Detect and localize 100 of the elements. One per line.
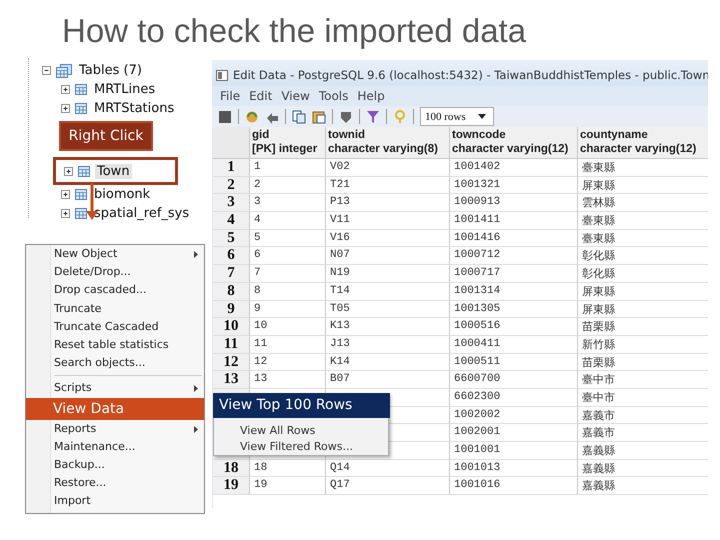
row-header: 3 bbox=[213, 194, 250, 212]
table-cell: 1000511 bbox=[450, 354, 578, 372]
filter-icon[interactable] bbox=[366, 110, 380, 124]
menu-item[interactable]: View Filtered Rows... bbox=[214, 439, 388, 455]
table-cell: 臺東縣 bbox=[578, 212, 708, 230]
row-limit-dropdown[interactable]: 100 rows bbox=[420, 107, 494, 126]
table-cell: 屏東縣 bbox=[578, 282, 708, 300]
menu-item[interactable]: Truncate bbox=[26, 300, 204, 318]
table-cell: K14 bbox=[326, 354, 450, 372]
tree-item[interactable]: Town bbox=[95, 164, 132, 178]
table-cell: 1000411 bbox=[450, 336, 578, 354]
collapse-icon[interactable] bbox=[42, 66, 51, 75]
menu-item[interactable]: Drop cascaded... bbox=[26, 281, 204, 300]
menu-item[interactable]: Delete/Drop... bbox=[26, 263, 204, 282]
save-icon[interactable] bbox=[218, 110, 232, 124]
table-cell: 嘉義縣 bbox=[578, 442, 708, 460]
table-cell: 1000516 bbox=[450, 318, 578, 336]
menu-item[interactable]: Reports bbox=[26, 420, 204, 438]
menu-item[interactable]: Maintenance... bbox=[26, 438, 204, 456]
row-header: 7 bbox=[213, 265, 250, 283]
tree-item[interactable]: MRTStations bbox=[92, 101, 176, 116]
tree-item[interactable]: spatial_ref_sys bbox=[92, 206, 192, 221]
column-header[interactable]: gid [PK] integer bbox=[250, 127, 326, 159]
menu-bar-item[interactable]: File bbox=[220, 89, 240, 103]
submenu-arrow-icon bbox=[194, 426, 198, 432]
row-header: 12 bbox=[213, 354, 250, 372]
menu-item[interactable]: Scripts bbox=[26, 379, 204, 398]
paste-icon[interactable] bbox=[312, 110, 326, 124]
menu-item[interactable]: New Object bbox=[26, 245, 204, 264]
table-cell: 1001001 bbox=[450, 442, 578, 460]
menu-item[interactable]: View All Rows bbox=[214, 423, 388, 439]
table-icon bbox=[75, 103, 87, 114]
table-cell: 6600700 bbox=[450, 371, 578, 389]
column-name: countyname bbox=[580, 128, 649, 142]
table-cell: 彰化縣 bbox=[578, 265, 708, 283]
column-header[interactable]: countyname character varying(12) bbox=[578, 127, 708, 159]
column-header[interactable]: townid character varying(8) bbox=[326, 127, 450, 159]
column-type: character varying(12) bbox=[580, 142, 698, 156]
table-cell: T21 bbox=[326, 176, 450, 194]
table-cell: 6602300 bbox=[450, 388, 578, 407]
table-icon bbox=[75, 189, 87, 200]
menu-item[interactable]: Backup... bbox=[26, 456, 204, 474]
menu-item[interactable]: View Top 100 Rows bbox=[213, 393, 390, 418]
table-cell: 嘉義市 bbox=[578, 406, 708, 424]
shield-icon[interactable] bbox=[339, 110, 353, 124]
table-cell: Q17 bbox=[326, 477, 450, 496]
table-icon bbox=[75, 84, 87, 95]
row-header: 2 bbox=[213, 176, 250, 194]
expand-icon[interactable] bbox=[61, 104, 70, 113]
table-cell: 1001016 bbox=[450, 477, 578, 496]
table-cell: 1001402 bbox=[450, 159, 578, 177]
table-cell: B07 bbox=[326, 371, 450, 389]
table-cell: N19 bbox=[326, 265, 450, 283]
submenu-arrow-icon bbox=[194, 385, 198, 392]
table-cell: 臺東縣 bbox=[578, 230, 708, 248]
table-cell: 6 bbox=[250, 247, 326, 266]
tree-item[interactable]: Tables (7) bbox=[77, 63, 144, 78]
table-cell: 1002002 bbox=[450, 406, 578, 424]
column-header[interactable]: towncode character varying(12) bbox=[450, 127, 578, 159]
row-header: 9 bbox=[213, 300, 250, 318]
table-cell: 1001321 bbox=[450, 176, 578, 194]
table-cell: J13 bbox=[326, 336, 450, 354]
menu-bar-item[interactable]: Edit bbox=[249, 89, 272, 103]
expand-icon[interactable] bbox=[61, 190, 70, 199]
column-name: gid bbox=[252, 128, 270, 142]
row-header: 11 bbox=[213, 336, 250, 354]
menu-bar-item[interactable]: Tools bbox=[318, 89, 348, 103]
refresh-icon[interactable] bbox=[245, 110, 259, 124]
table-cell: 苗栗縣 bbox=[578, 354, 708, 372]
row-header: 4 bbox=[213, 212, 250, 230]
table-cell: 1001305 bbox=[450, 300, 578, 318]
table-cell: 10 bbox=[250, 318, 326, 336]
menu-bar-item[interactable]: View bbox=[281, 89, 310, 103]
tables-icon bbox=[56, 64, 72, 78]
menu-item[interactable]: Search objects... bbox=[26, 354, 204, 372]
table-cell: 嘉義縣 bbox=[578, 460, 708, 478]
copy-icon[interactable] bbox=[292, 110, 306, 124]
menu-item[interactable]: Reset table statistics bbox=[26, 336, 204, 354]
tree-item[interactable]: biomonk bbox=[92, 187, 152, 202]
table-cell: 新竹縣 bbox=[578, 336, 708, 354]
menu-item[interactable]: Restore... bbox=[26, 474, 204, 492]
table-icon bbox=[75, 208, 87, 219]
expand-icon[interactable] bbox=[64, 166, 73, 176]
menu-item[interactable]: Import bbox=[26, 492, 204, 510]
table-cell: 7 bbox=[250, 265, 326, 283]
menu-item[interactable]: Truncate Cascaded bbox=[26, 318, 204, 336]
table-cell: T05 bbox=[326, 300, 450, 318]
table-cell: 彰化縣 bbox=[578, 247, 708, 266]
expand-icon[interactable] bbox=[61, 85, 70, 94]
table-cell: 苗栗縣 bbox=[578, 318, 708, 336]
tree-item[interactable]: MRTLines bbox=[92, 82, 158, 97]
column-type: character varying(8) bbox=[328, 142, 439, 156]
table-cell: 雲林縣 bbox=[578, 194, 708, 212]
table-cell: 1001013 bbox=[450, 460, 578, 478]
menu-item[interactable]: View Data bbox=[26, 398, 204, 420]
row-header: 13 bbox=[213, 371, 250, 389]
expand-icon[interactable] bbox=[61, 209, 70, 218]
app-icon bbox=[216, 70, 228, 80]
table-cell: 1001411 bbox=[450, 212, 578, 230]
menu-bar-item[interactable]: Help bbox=[357, 89, 385, 103]
